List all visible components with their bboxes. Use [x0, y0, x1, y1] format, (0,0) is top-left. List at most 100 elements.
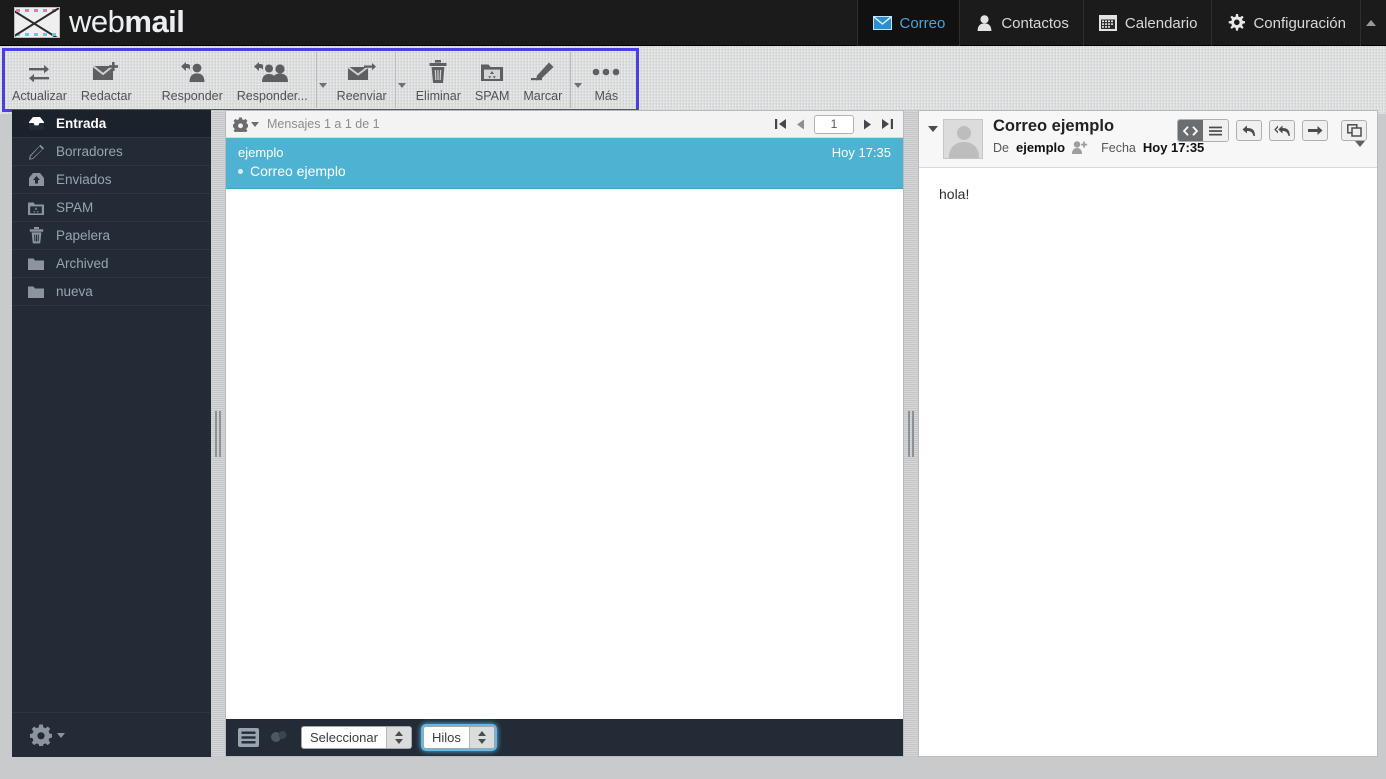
message-list-footer: Seleccionar Hilos [226, 719, 903, 756]
list-view-icon[interactable] [238, 728, 259, 747]
top-navigation: Correo Contactos Calendario Configuració… [857, 0, 1360, 46]
preview-collapse-button[interactable] [923, 117, 943, 132]
preview-date-value: Hoy 17:35 [1142, 140, 1205, 155]
sidebar-label-borradores: Borradores [56, 144, 123, 159]
envelope-icon [872, 16, 892, 30]
message-subject: Correo ejemplo [250, 163, 346, 179]
view-mode-toggle [1177, 119, 1229, 142]
forward-arrow-icon[interactable] [1302, 120, 1328, 141]
toolbar-label-redactar: Redactar [80, 89, 132, 103]
toolbar-label-reenviar: Reenviar [336, 89, 387, 103]
mark-icon [530, 57, 556, 87]
toolbar-button-responder[interactable]: Responder [155, 52, 230, 108]
toolbar-button-redactar[interactable]: Redactar [74, 52, 139, 108]
sidebar-item-archived[interactable]: Archived [12, 250, 211, 278]
list-options-button[interactable] [233, 116, 259, 132]
chevron-down-icon [57, 732, 65, 738]
chevron-down-icon [251, 121, 259, 127]
open-window-icon[interactable] [1341, 120, 1367, 141]
nav-label-correo: Correo [899, 14, 946, 32]
toolbar-label-eliminar: Eliminar [415, 89, 461, 103]
sidebar-item-spam[interactable]: SPAM [12, 194, 211, 222]
preview-header: Correo ejemplo De ejemplo Fecha Hoy 17:3… [919, 111, 1377, 168]
add-contact-icon[interactable] [1072, 141, 1088, 154]
reply-all-icon[interactable] [1269, 120, 1295, 141]
select-dropdown[interactable]: Seleccionar [301, 726, 412, 749]
chevron-down-icon [319, 83, 328, 88]
next-page-icon[interactable] [863, 119, 872, 130]
threads-dropdown[interactable]: Hilos [422, 726, 495, 749]
forward-icon [347, 57, 377, 87]
preview-details-toggle[interactable] [1355, 141, 1365, 165]
toolbar-label-marcar: Marcar [523, 89, 563, 103]
toolbar-button-responder-todos[interactable]: Responder... [230, 52, 315, 108]
splitter-grip [907, 410, 915, 457]
sidebar-label-nueva: nueva [56, 284, 93, 299]
stepper-icon[interactable] [468, 727, 494, 748]
threads-icon[interactable] [270, 729, 290, 746]
page-number-input[interactable]: 1 [814, 114, 854, 134]
preview-from-value: ejemplo [1015, 140, 1066, 155]
gear-icon [30, 724, 52, 746]
toolbar-label-spam: SPAM [474, 89, 510, 103]
chevron-up-icon [1365, 20, 1376, 26]
stepper-icon[interactable] [385, 727, 411, 748]
threads-dropdown-value: Hilos [431, 730, 461, 745]
prev-page-icon[interactable] [796, 119, 805, 130]
pencil-icon [26, 144, 46, 160]
toolbar-label-responder: Responder [161, 89, 223, 103]
sidebar-item-enviados[interactable]: Enviados [12, 166, 211, 194]
pagination: 1 [775, 114, 896, 134]
message-date: Hoy 17:35 [831, 145, 891, 160]
topnav-collapse-button[interactable] [1360, 0, 1380, 46]
sidebar-label-entrada: Entrada [56, 116, 107, 131]
refresh-icon [27, 57, 51, 87]
app-title: webmail [69, 4, 185, 40]
chevron-down-icon [398, 83, 407, 88]
top-header: webmail Correo Contactos Calendario Conf… [0, 0, 1386, 46]
preview-from-row: De ejemplo Fecha Hoy 17:35 [993, 140, 1369, 155]
folder-actions-button[interactable] [12, 712, 211, 757]
sidebar-item-borradores[interactable]: Borradores [12, 138, 211, 166]
nav-item-correo[interactable]: Correo [857, 0, 960, 46]
last-page-icon[interactable] [881, 118, 893, 130]
toolbar-button-actualizar[interactable]: Actualizar [5, 52, 74, 108]
toolbar-caret-responder-todos[interactable] [315, 52, 330, 108]
chevron-down-icon [1355, 141, 1365, 164]
chevron-down-icon [928, 126, 938, 132]
toolbar-button-reenviar[interactable]: Reenviar [330, 52, 394, 108]
toolbar-button-eliminar[interactable]: Eliminar [409, 52, 468, 108]
reply-icon[interactable] [1236, 120, 1262, 141]
toolbar-button-mas[interactable]: Más [584, 52, 628, 108]
sidebar-label-spam: SPAM [56, 200, 94, 215]
first-page-icon[interactable] [775, 118, 787, 130]
sidebar-item-papelera[interactable]: Papelera [12, 222, 211, 250]
toolbar-button-spam[interactable]: SPAM [468, 52, 517, 108]
nav-item-calendario[interactable]: Calendario [1082, 0, 1212, 46]
toolbar-area: Actualizar Redactar Responder Responder.… [0, 46, 1386, 140]
envelope-icon [14, 6, 60, 38]
code-view-icon[interactable] [1178, 120, 1203, 141]
toolbar-caret-marcar[interactable] [570, 52, 584, 108]
sidebar-item-nueva[interactable]: nueva [12, 278, 211, 306]
nav-item-contactos[interactable]: Contactos [959, 0, 1083, 46]
inbox-icon [26, 116, 46, 131]
nav-item-configuracion[interactable]: Configuración [1211, 0, 1360, 46]
preview-splitter[interactable] [904, 110, 918, 757]
list-view-icon[interactable] [1203, 120, 1228, 141]
brand-web: web [69, 4, 125, 39]
sent-icon [26, 172, 46, 187]
user-icon [974, 15, 994, 31]
toolbar-label-mas: Más [594, 89, 619, 103]
sidebar-item-entrada[interactable]: Entrada [12, 110, 211, 138]
sidebar-splitter[interactable] [211, 110, 225, 757]
nav-label-contactos: Contactos [1001, 14, 1069, 32]
folder-sidebar: Entrada Borradores Enviados SPAM Papeler… [12, 110, 211, 757]
sidebar-label-enviados: Enviados [56, 172, 112, 187]
unread-dot-icon [238, 168, 243, 174]
compose-icon [92, 57, 120, 87]
toolbar-button-marcar[interactable]: Marcar [516, 52, 569, 108]
toolbar-caret-reenviar[interactable] [394, 52, 409, 108]
table-row[interactable]: ejemplo Hoy 17:35 Correo ejemplo [226, 138, 903, 189]
mail-toolbar: Actualizar Redactar Responder Responder.… [2, 48, 639, 112]
